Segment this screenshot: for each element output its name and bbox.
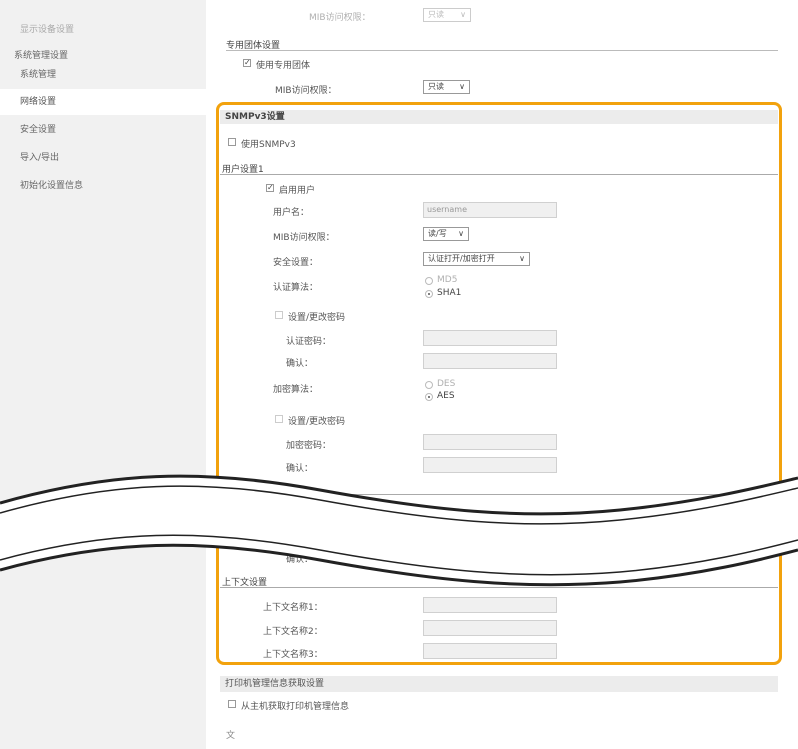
sidebar-top-link[interactable]: 显示设备设置 <box>20 22 74 35</box>
chevron-down-icon: ∨ <box>459 82 465 91</box>
sidebar-item-system-management[interactable]: 系统管理 <box>0 62 206 88</box>
use-dedicated-community-checkbox[interactable]: ✓ <box>243 59 251 67</box>
snmpv3-highlight-frame <box>216 102 782 665</box>
mib-access-select-disabled[interactable]: 只读 ∨ <box>423 8 471 22</box>
get-from-host-checkbox[interactable] <box>228 700 236 708</box>
use-dedicated-community-label: 使用专用团体 <box>256 61 311 71</box>
sidebar-item-initialize[interactable]: 初始化设置信息 <box>0 173 206 199</box>
get-from-host-label: 从主机获取打印机管理信息 <box>241 702 350 712</box>
mib-access-label: MIB访问权限： <box>275 86 337 96</box>
chevron-down-icon: ∨ <box>460 10 466 19</box>
sidebar-header: 系统管理设置 <box>14 51 69 61</box>
divider <box>226 50 778 51</box>
mib-access-label-disabled: MIB访问权限： <box>309 13 371 23</box>
mib-access-select[interactable]: 只读 ∨ <box>423 80 470 94</box>
sidebar-item-import-export[interactable]: 导入/导出 <box>0 145 206 171</box>
printer-mgmt-section-title: 打印机管理信息获取设置 <box>220 676 778 692</box>
sidebar-item-security[interactable]: 安全设置 <box>0 117 206 143</box>
sidebar-item-network[interactable]: 网络设置 <box>0 89 206 115</box>
footer-char: 文 <box>226 731 236 741</box>
sidebar: 显示设备设置 系统管理设置 系统管理 网络设置 安全设置 导入/导出 初始化设置… <box>0 0 206 749</box>
